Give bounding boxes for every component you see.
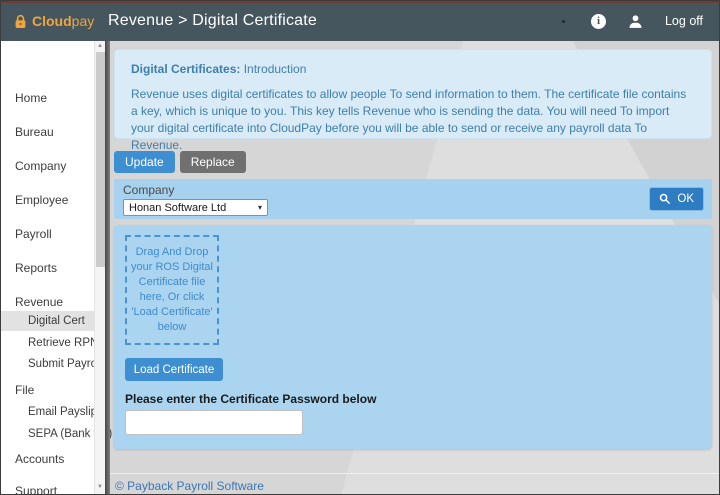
window-top-accent <box>1 1 719 3</box>
certificate-password-input[interactable] <box>125 410 303 435</box>
sidebar-scrollbar[interactable]: ▲ ▼ <box>94 41 105 494</box>
sidebar-item-home[interactable]: Home <box>1 87 94 109</box>
sidebar-item-retrieve-rpns[interactable]: Retrieve RPNs <box>1 333 94 353</box>
header-actions: i Log off <box>562 1 719 41</box>
sidebar-item-sepa-bank-file[interactable]: SEPA (Bank file) <box>1 424 94 444</box>
sidebar-item-accounts[interactable]: Accounts <box>1 448 94 470</box>
sidebar-item-file[interactable]: File <box>1 379 94 401</box>
footer-divider <box>110 473 719 474</box>
sidebar-item-company[interactable]: Company <box>1 155 94 177</box>
sidebar-item-bureau[interactable]: Bureau <box>1 121 94 143</box>
chevron-down-icon: ▾ <box>258 203 262 212</box>
sidebar-nav: Home Bureau Company Employee Payroll Rep… <box>1 41 94 494</box>
sidebar-item-submit-payroll[interactable]: Submit Payroll <box>1 354 94 374</box>
certificate-dropzone[interactable]: Drag And Drop your ROS Digital Certifica… <box>125 235 219 345</box>
scroll-up-icon[interactable]: ▲ <box>95 41 105 51</box>
sidebar-item-revenue[interactable]: Revenue <box>1 291 94 313</box>
intro-title: Digital Certificates: Introduction <box>131 62 695 76</box>
sidebar-content-divider <box>105 41 110 494</box>
menu-dot <box>562 20 565 23</box>
replace-button[interactable]: Replace <box>180 151 246 173</box>
header-bar: Cloudpay Revenue > Digital Certificate i… <box>1 1 719 41</box>
load-certificate-button[interactable]: Load Certificate <box>125 358 223 381</box>
search-icon <box>659 193 671 205</box>
update-button[interactable]: Update <box>114 151 175 173</box>
cloudpay-logo[interactable]: Cloudpay <box>14 13 100 29</box>
company-select-value: Honan Software Ltd <box>129 202 226 214</box>
scroll-down-icon[interactable]: ▼ <box>95 482 105 492</box>
ok-button-label: OK <box>677 193 694 205</box>
intro-info-box: Digital Certificates: Introduction Reven… <box>114 49 712 139</box>
scrollbar-thumb[interactable] <box>96 52 105 267</box>
cloudpay-window: Cloudpay Revenue > Digital Certificate i… <box>0 0 720 495</box>
sidebar-item-employee[interactable]: Employee <box>1 189 94 211</box>
dropzone-text: Drag And Drop your ROS Digital Certifica… <box>131 245 213 335</box>
logoff-button[interactable]: Log off <box>665 14 703 28</box>
user-icon[interactable] <box>628 14 643 29</box>
sidebar-item-payroll[interactable]: Payroll <box>1 223 94 245</box>
page-title: Revenue > Digital Certificate <box>108 12 317 30</box>
sidebar-item-reports[interactable]: Reports <box>1 257 94 279</box>
footer-copyright-link[interactable]: © Payback Payroll Software <box>115 479 264 493</box>
certificate-panel: Drag And Drop your ROS Digital Certifica… <box>114 225 712 449</box>
certificate-action-tabs: Update Replace <box>114 151 246 173</box>
certificate-password-label: Please enter the Certificate Password be… <box>125 392 376 406</box>
company-selector-bar: Company Honan Software Ltd ▾ OK <box>114 179 712 219</box>
company-ok-button[interactable]: OK <box>649 187 704 211</box>
main-content: Digital Certificates: Introduction Reven… <box>110 41 719 494</box>
sidebar-item-digital-cert[interactable]: Digital Cert <box>1 311 94 331</box>
sidebar-item-support[interactable]: Support <box>1 480 94 495</box>
lock-icon <box>14 14 27 29</box>
brand-text: Cloudpay <box>32 13 94 29</box>
company-label: Company <box>123 183 174 197</box>
intro-body-text: Revenue uses digital certificates to all… <box>131 86 695 154</box>
info-icon[interactable]: i <box>591 14 606 29</box>
sidebar-item-email-payslips[interactable]: Email Payslips <box>1 402 94 422</box>
company-select[interactable]: Honan Software Ltd ▾ <box>123 199 268 216</box>
